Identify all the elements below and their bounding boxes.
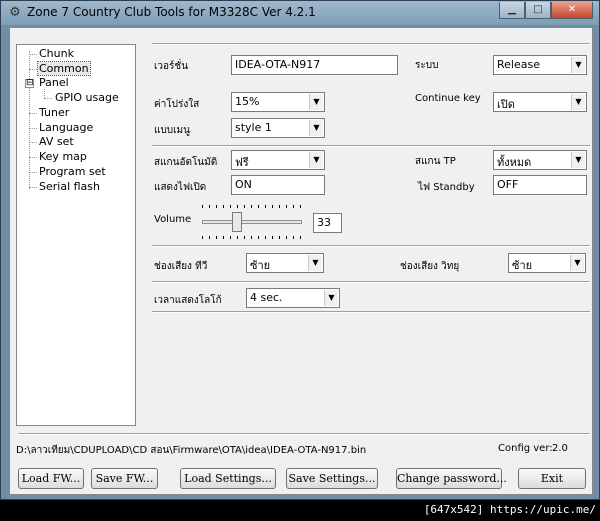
tree-line [29,128,37,129]
separator [152,43,590,45]
tree-line [29,157,37,158]
scan-tp-value: ทั้งหมด [497,156,532,169]
window-title: Zone 7 Country Club Tools for M3328C Ver… [27,5,316,19]
chevron-down-icon: ▼ [309,94,323,110]
slider-ticks [202,205,302,208]
chevron-down-icon: ▼ [571,152,585,168]
window-controls: ▁ □ ✕ [499,2,593,19]
file-path: D:\ลาวเทียม\CDUPLOAD\CD สอน\Firmware\OTA… [16,445,367,456]
chevron-down-icon: ▼ [324,290,338,306]
volume-value-field[interactable]: 33 [313,213,342,233]
menu-style-value: style 1 [235,121,272,134]
continue-key-select[interactable]: เปิด ▼ [493,92,587,112]
power-led-label: แสดงไฟเปิด [154,182,207,193]
system-value: Release [497,58,540,71]
title-bar[interactable]: ⚙ Zone 7 Country Club Tools for M3328C V… [1,1,599,25]
tree-item-program-set[interactable]: Program set [39,165,106,178]
maximize-icon[interactable]: □ [525,2,551,19]
exit-button[interactable]: Exit [518,468,586,489]
settings-tree[interactable]: Chunk Common ⊟ Panel GPIO usage Tuner La… [16,44,136,426]
chevron-down-icon: ▼ [571,57,585,73]
tv-audio-value: ซ้าย [250,259,271,272]
separator [152,311,590,313]
save-fw-button[interactable]: Save FW... [91,468,158,489]
system-label: ระบบ [415,60,439,71]
power-led-field[interactable]: ON [231,175,325,195]
radio-audio-select[interactable]: ซ้าย ▼ [508,253,586,273]
tree-item-key-map[interactable]: Key map [39,150,87,163]
system-select[interactable]: Release ▼ [493,55,587,75]
tree-item-common[interactable]: Common [37,61,91,76]
collapse-icon[interactable]: ⊟ [25,79,34,88]
auto-scan-value: ฟรี [235,156,249,169]
transparency-value: 15% [235,95,260,108]
tree-line [29,187,37,188]
tree-item-chunk[interactable]: Chunk [39,47,74,60]
tree-line [44,89,45,98]
auto-scan-select[interactable]: ฟรี ▼ [231,150,325,170]
tv-audio-select[interactable]: ซ้าย ▼ [246,253,324,273]
tree-line [29,69,37,70]
tree-item-gpio-usage[interactable]: GPIO usage [55,91,119,104]
separator [18,433,590,435]
slider-track [202,220,302,224]
scan-tp-select[interactable]: ทั้งหมด ▼ [493,150,587,170]
close-icon[interactable]: ✕ [551,2,593,19]
slider-thumb[interactable] [232,212,242,232]
tv-audio-label: ช่องเสียง ทีวี [154,261,208,272]
load-settings-button[interactable]: Load Settings... [180,468,276,489]
minimize-icon[interactable]: ▁ [499,2,525,19]
tree-line [29,172,37,173]
tree-line [29,142,37,143]
auto-scan-label: สแกนอัตโนมัติ [154,157,218,168]
save-settings-button[interactable]: Save Settings... [286,468,378,489]
chevron-down-icon: ▼ [570,255,584,271]
transparency-select[interactable]: 15% ▼ [231,92,325,112]
separator [152,245,590,247]
version-field[interactable]: IDEA-OTA-N917 [231,55,398,75]
config-version-label: Config ver: [498,443,553,454]
transparency-label: ค่าโปร่งใส [154,99,200,110]
chevron-down-icon: ▼ [571,94,585,110]
radio-audio-value: ซ้าย [512,259,533,272]
app-window: ⚙ Zone 7 Country Club Tools for M3328C V… [0,0,600,500]
logo-time-value: 4 sec. [250,291,283,304]
tree-item-tuner[interactable]: Tuner [39,106,69,119]
logo-time-label: เวลาแสดงโลโก้ [154,295,222,306]
load-fw-button[interactable]: Load FW... [18,468,84,489]
app-icon: ⚙ [9,5,21,20]
continue-key-label: Continue key [415,93,481,104]
tree-line [29,113,37,114]
volume-slider[interactable] [202,205,302,241]
standby-led-field[interactable]: OFF [493,175,587,195]
menu-style-select[interactable]: style 1 ▼ [231,118,325,138]
chevron-down-icon: ▼ [308,255,322,271]
client-area: Chunk Common ⊟ Panel GPIO usage Tuner La… [9,27,593,495]
version-label: เวอร์ชั่น [154,61,189,72]
tree-line [29,51,30,189]
config-version-value: 2.0 [552,443,568,454]
image-footer: [647x542] https://upic.me/ [0,500,600,521]
tree-line [29,54,37,55]
tree-line [44,98,52,99]
chevron-down-icon: ▼ [309,120,323,136]
logo-time-select[interactable]: 4 sec. ▼ [246,288,340,308]
separator [152,281,590,283]
separator [152,145,590,147]
chevron-down-icon: ▼ [309,152,323,168]
menu-style-label: แบบเมนู [154,125,190,136]
slider-ticks [202,236,302,239]
standby-led-label: ไฟ Standby [418,182,475,193]
tree-item-panel[interactable]: Panel [39,76,69,89]
scan-tp-label: สแกน TP [415,156,456,167]
continue-key-value: เปิด [497,98,515,111]
watermark: [647x542] https://upic.me/ [423,503,596,516]
tree-item-language[interactable]: Language [39,121,93,134]
change-password-button[interactable]: Change password... [396,468,507,489]
volume-label: Volume [154,214,192,225]
tree-item-av-set[interactable]: AV set [39,135,74,148]
tree-item-serial-flash[interactable]: Serial flash [39,180,100,193]
radio-audio-label: ช่องเสียง วิทยุ [400,261,460,272]
